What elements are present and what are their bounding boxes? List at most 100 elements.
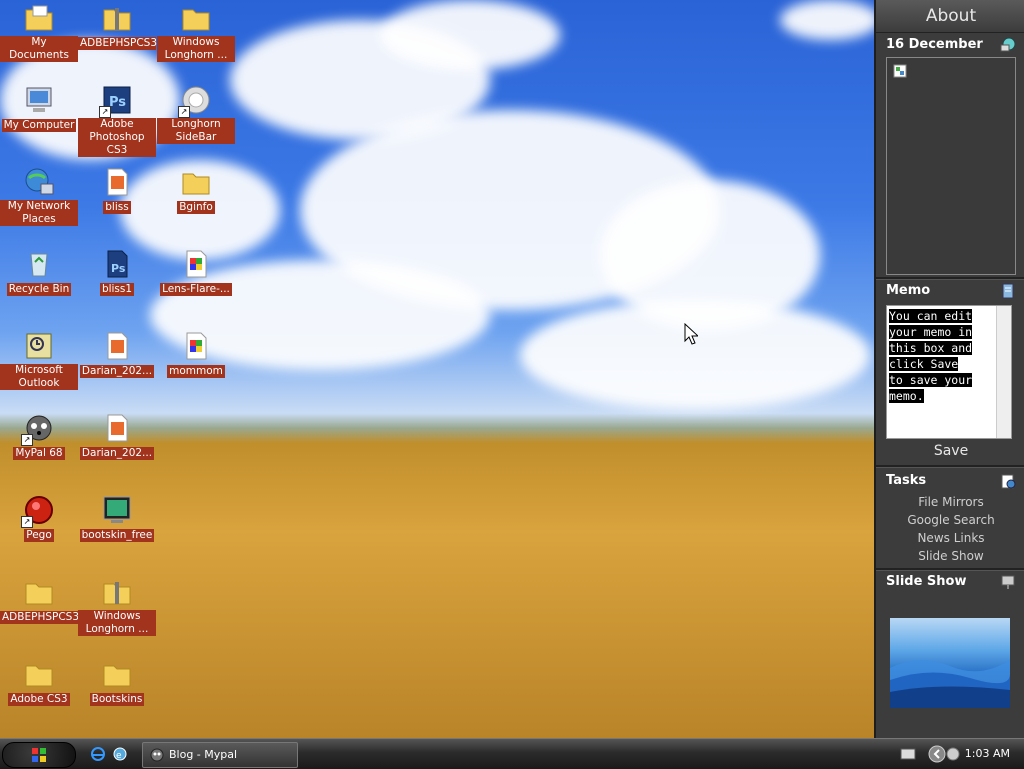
icon-label: My Documents (0, 36, 78, 62)
cloud (380, 0, 560, 70)
desktop-icon-mommom[interactable]: mommom (157, 330, 235, 378)
keyboard-icon[interactable] (900, 748, 916, 760)
task-link-slide-show[interactable]: Slide Show (876, 549, 1024, 563)
shortcut-arrow-icon: ↗ (21, 516, 33, 528)
desktop-icon-adobe-photoshop[interactable]: Ps ↗ Adobe Photoshop CS3 (78, 84, 156, 157)
desktop-icon-darian-2[interactable]: Darian_202... (78, 412, 156, 460)
memo-save-button[interactable]: Save (876, 443, 1024, 459)
outlook-icon (23, 330, 55, 362)
icon-label: Pego (24, 529, 54, 542)
taskbar-window-label: Blog - Mypal (169, 748, 238, 761)
icon-label: Bootskins (89, 693, 145, 706)
icon-label: Windows Longhorn ... (157, 36, 235, 62)
shortcut-arrow-icon: ↗ (178, 106, 190, 118)
desktop-icon-windows-longhorn[interactable]: Windows Longhorn ... (157, 2, 235, 62)
tasks-gadget-icon[interactable] (1000, 473, 1016, 489)
desktop-icon-bginfo[interactable]: Bginfo (157, 166, 235, 214)
desktop-icon-longhorn-sidebar[interactable]: ↗ Longhorn SideBar (157, 84, 235, 144)
chevron-left-icon[interactable] (928, 745, 946, 763)
folder-icon (180, 2, 212, 34)
cloud (520, 300, 870, 410)
desktop-icon-recycle-bin[interactable]: Recycle Bin (0, 248, 78, 296)
icon-label: Darian_202... (79, 447, 155, 460)
psd-file-icon: Ps (101, 248, 133, 280)
desktop-icon-bootskin-free[interactable]: bootskin_free (78, 494, 156, 542)
internet-explorer-icon[interactable] (90, 746, 106, 762)
calendar-date: 16 December (886, 37, 983, 52)
svg-text:e: e (116, 751, 122, 761)
icon-label: Windows Longhorn ... (78, 610, 156, 636)
memo-scrollbar[interactable] (996, 306, 1011, 438)
desktop-icon-mypal-68[interactable]: ↗ MyPal 68 (0, 412, 78, 460)
memo-gadget-icon[interactable] (1000, 283, 1016, 299)
cloud (780, 0, 874, 40)
zip-folder-icon (101, 576, 133, 608)
icon-label: mommom (167, 365, 225, 378)
sidebar: About 16 December Memo You can edit your… (874, 0, 1024, 738)
slideshow-image[interactable] (890, 618, 1010, 708)
icon-label: bliss1 (99, 283, 135, 296)
desktop-icon-my-computer[interactable]: My Computer (0, 84, 78, 132)
calendar-gadget-icon[interactable] (1000, 36, 1016, 52)
task-link-file-mirrors[interactable]: File Mirrors (876, 495, 1024, 509)
icon-label: MyPal 68 (13, 447, 65, 460)
network-icon (23, 166, 55, 198)
desktop-icon-pego[interactable]: ↗ Pego (0, 494, 78, 542)
show-desktop-icon[interactable]: e (112, 746, 128, 762)
image-file-icon (180, 330, 212, 362)
desktop-icon-bliss[interactable]: bliss (78, 166, 156, 214)
shortcut-arrow-icon: ↗ (99, 106, 111, 118)
desktop: My Documents ADBEPHSPCS3 Windows Longhor… (0, 0, 874, 738)
task-link-news-links[interactable]: News Links (876, 531, 1024, 545)
mouse-cursor-icon (684, 323, 698, 345)
desktop-icon-darian-1[interactable]: Darian_202... (78, 330, 156, 378)
zip-folder-icon (101, 2, 133, 34)
mountain-landscape-image (890, 659, 1010, 708)
memo-text: You can edit your memo in this box and c… (889, 309, 973, 403)
desktop-icon-windows-longhorn-zip[interactable]: Windows Longhorn ... (78, 576, 156, 636)
desktop-icon-adobe-cs3[interactable]: Adobe CS3 (0, 658, 78, 706)
desktop-icon-bliss1[interactable]: Ps bliss1 (78, 248, 156, 296)
divider (876, 568, 1024, 571)
svg-text:Ps: Ps (109, 95, 126, 110)
icon-label: bliss (103, 201, 131, 214)
folder-icon (23, 576, 55, 608)
folder-icon (101, 658, 133, 690)
slideshow-title: Slide Show (886, 574, 967, 589)
calendar-panel (886, 57, 1016, 275)
taskbar-window-button[interactable]: Blog - Mypal (142, 742, 298, 768)
desktop-icon-adbephspcs3[interactable]: ADBEPHSPCS3 (78, 2, 158, 50)
image-file-icon (180, 248, 212, 280)
mypal-icon (150, 748, 164, 762)
windows-logo-icon (32, 748, 46, 762)
bootskin-icon (101, 494, 133, 526)
icon-label: Lens-Flare-... (160, 283, 232, 296)
desktop-icon-adbephspcs3-folder[interactable]: ADBEPHSPCS3 (0, 576, 79, 624)
start-button[interactable] (2, 742, 76, 768)
desktop-icon-my-documents[interactable]: My Documents (0, 2, 78, 62)
icon-label: Adobe Photoshop CS3 (78, 118, 156, 157)
icon-label: Adobe CS3 (8, 693, 70, 706)
icon-label: My Computer (1, 119, 77, 132)
icon-label: Microsoft Outlook (0, 364, 78, 390)
desktop-icon-my-network-places[interactable]: My Network Places (0, 166, 78, 226)
slideshow-gadget-icon[interactable] (1000, 574, 1016, 590)
icon-label: ADBEPHSPCS3 (78, 37, 158, 50)
task-link-google-search[interactable]: Google Search (876, 513, 1024, 527)
network-tray-icon[interactable] (946, 747, 960, 761)
taskbar: e Blog - Mypal 1:03 AM (0, 738, 1024, 769)
divider (876, 277, 1024, 280)
desktop-icon-bootskins[interactable]: Bootskins (78, 658, 156, 706)
desktop-icon-microsoft-outlook[interactable]: Microsoft Outlook (0, 330, 78, 390)
image-file-icon (101, 166, 133, 198)
sidebar-header[interactable]: About (876, 0, 1024, 33)
clock[interactable]: 1:03 AM (965, 747, 1010, 760)
icon-label: Recycle Bin (6, 283, 72, 296)
pego-icon: ↗ (21, 494, 55, 528)
icon-label: My Network Places (0, 200, 78, 226)
desktop-icon-lens-flare[interactable]: Lens-Flare-... (157, 248, 235, 296)
icon-label: Bginfo (177, 201, 215, 214)
memo-title: Memo (886, 283, 931, 298)
memo-textarea[interactable]: You can edit your memo in this box and c… (886, 305, 1012, 439)
photoshop-icon: Ps ↗ (99, 84, 133, 118)
